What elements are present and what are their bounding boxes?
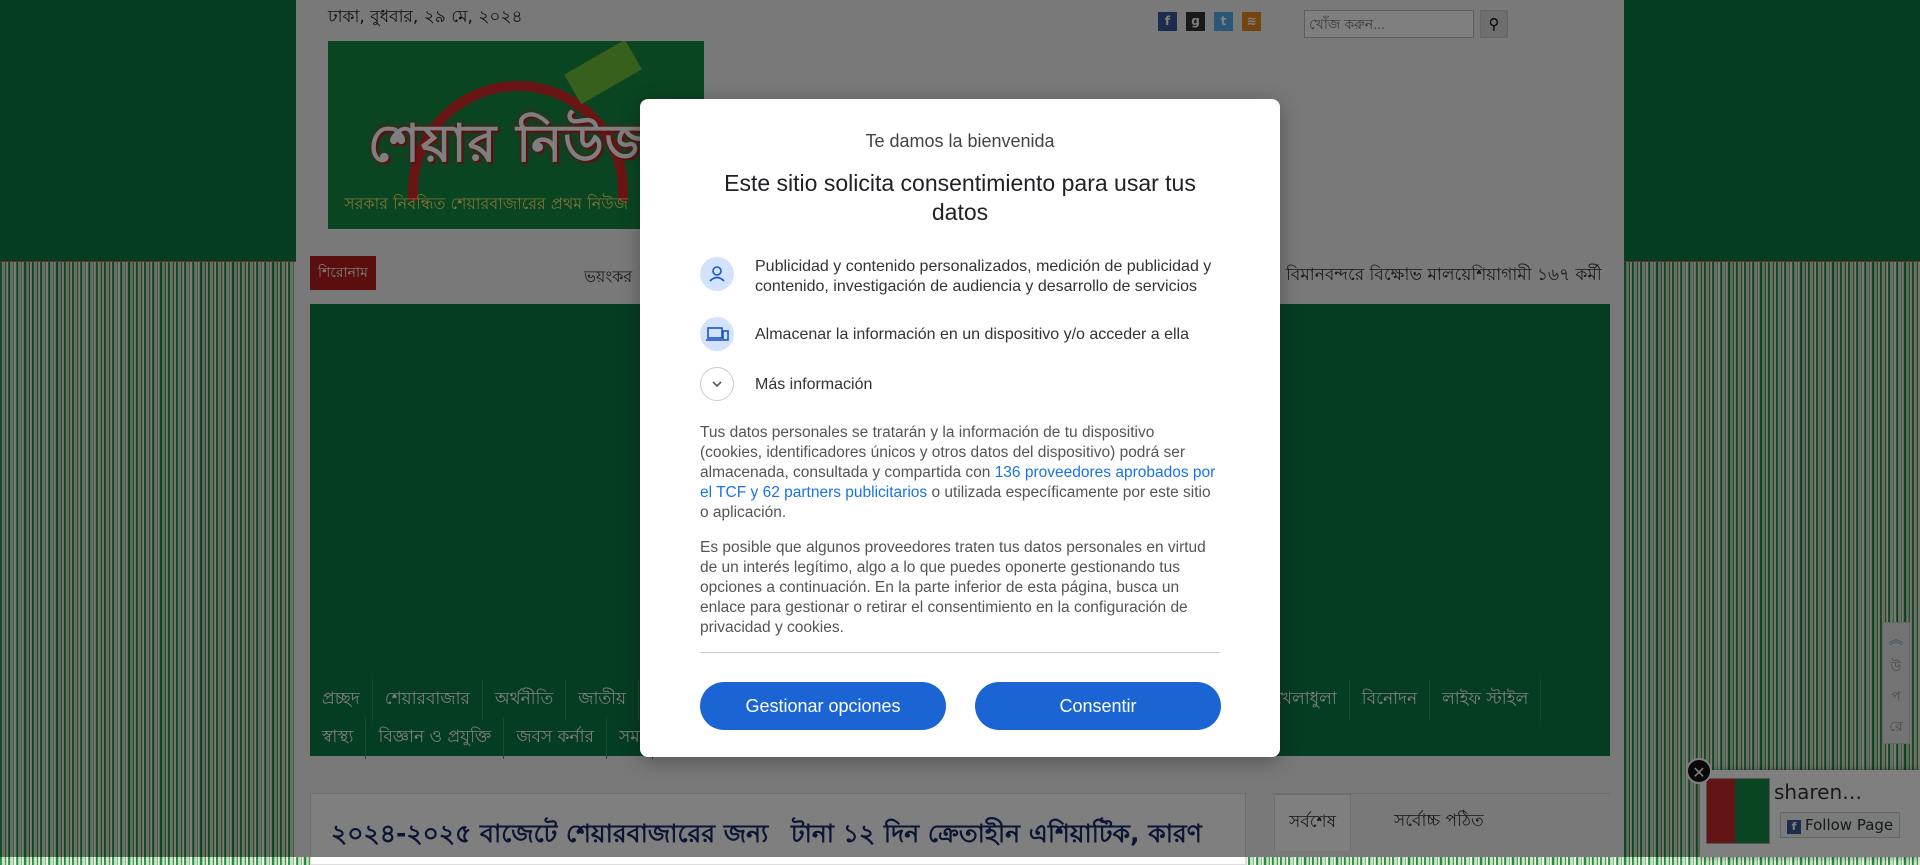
chevron-down-icon[interactable] — [700, 367, 734, 401]
devices-icon — [700, 317, 734, 351]
consent-button[interactable]: Consentir — [975, 682, 1221, 730]
person-icon — [700, 257, 734, 291]
consent-welcome: Te damos la bienvenida — [865, 131, 1055, 151]
consent-divider — [700, 652, 1220, 653]
consent-item-text: Almacenar la información en un dispositi… — [755, 326, 1190, 343]
consent-paragraph-1: Tus datos personales se tratarán y la in… — [700, 423, 1220, 523]
consent-paragraph-2: Es posible que algunos proveedores trate… — [700, 539, 1206, 636]
consent-dialog: Te damos la bienvenida Este sitio solici… — [640, 99, 1280, 757]
manage-options-button[interactable]: Gestionar opciones — [700, 682, 946, 730]
consent-title: Este sitio solicita consentimiento para … — [724, 170, 1196, 225]
more-info-label[interactable]: Más información — [755, 375, 1225, 395]
consent-overlay: Te damos la bienvenida Este sitio solici… — [0, 0, 1920, 857]
consent-item-text: Publicidad y contenido personalizados, m… — [755, 258, 1212, 295]
